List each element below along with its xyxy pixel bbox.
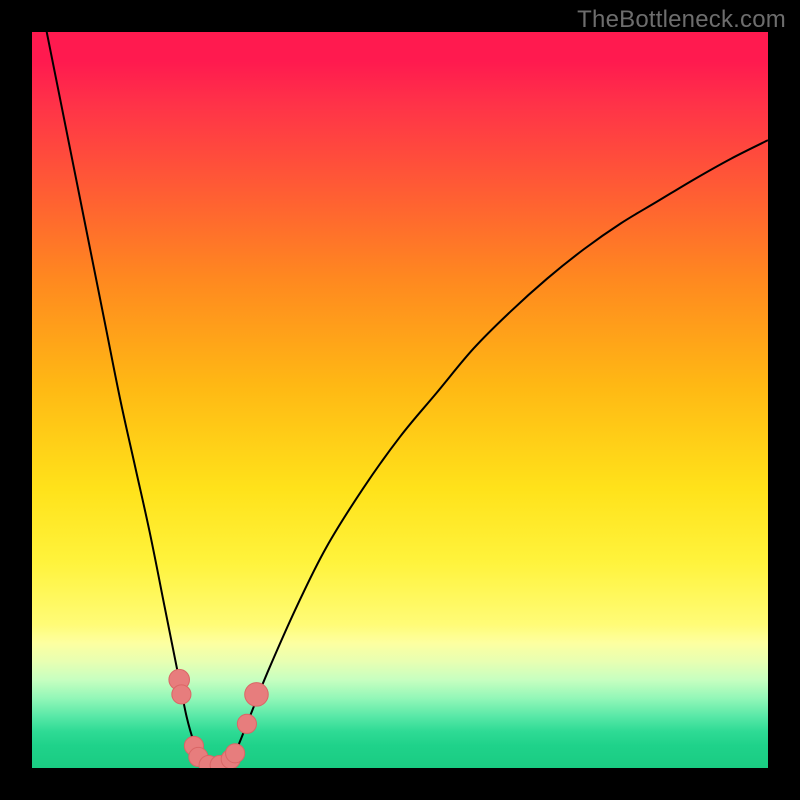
curve-marker [226,744,245,763]
curve-markers [169,669,268,768]
chart-frame: TheBottleneck.com [0,0,800,800]
curve-marker [237,714,256,733]
plot-area [32,32,768,768]
plot-svg [32,32,768,768]
curve-marker [245,683,269,707]
watermark-text: TheBottleneck.com [577,6,786,34]
bottleneck-curve [32,32,768,767]
curve-marker [172,685,191,704]
